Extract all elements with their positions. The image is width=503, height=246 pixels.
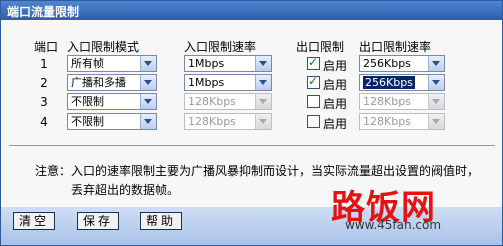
chevron-down-icon <box>140 56 156 71</box>
chevron-down-icon <box>255 56 271 71</box>
out-limit-checkbox-3[interactable] <box>307 95 320 108</box>
watermark-logo: 路饭网 www.45fan.com <box>331 182 499 234</box>
port-number-2: 2 <box>40 76 48 90</box>
chevron-down-icon <box>140 114 156 129</box>
in-mode-select-2[interactable]: 广播和多播 <box>67 74 157 91</box>
note-text-line2: 丢弃超出的数据帧。 <box>71 183 180 197</box>
in-mode-select-3[interactable]: 不限制 <box>67 93 157 110</box>
port-traffic-limit-panel: 端口流量限制 端口 入口限制模式 入口限制速率 出口限制 出口限制速率 1 所有… <box>0 0 503 246</box>
chevron-down-icon <box>140 75 156 90</box>
out-limit-label-2: 启用 <box>323 78 348 92</box>
out-limit-checkbox-1[interactable] <box>307 55 320 70</box>
in-mode-select-4[interactable]: 不限制 <box>67 113 157 130</box>
panel-title: 端口流量限制 <box>7 5 80 19</box>
header-out-limit: 出口限制 <box>296 40 345 54</box>
port-number-4: 4 <box>40 115 48 129</box>
chevron-down-icon <box>255 75 271 90</box>
section-divider <box>9 145 495 146</box>
in-mode-select-1[interactable]: 所有帧 <box>67 55 157 72</box>
out-limit-checkbox-2[interactable] <box>307 74 320 89</box>
in-rate-select-3: 128Kbps <box>184 93 272 110</box>
out-limit-label-3: 启用 <box>323 97 348 111</box>
panel-title-bar: 端口流量限制 <box>1 1 502 20</box>
chevron-down-icon <box>255 114 271 129</box>
help-button[interactable]: 帮助 <box>140 212 182 230</box>
header-in-rate: 入口限制速率 <box>184 40 257 54</box>
in-rate-select-4: 128Kbps <box>184 113 272 130</box>
chevron-down-icon <box>140 94 156 109</box>
chevron-down-icon <box>428 56 444 71</box>
out-rate-select-2[interactable]: 256Kbps <box>359 74 445 91</box>
in-rate-select-2[interactable]: 1Mbps <box>184 74 272 91</box>
out-rate-select-3: 128Kbps <box>359 93 445 110</box>
note-text-line1: 注意：入口的速率限制主要为广播风暴抑制而设计，当实际流量超出设置的阀值时， <box>35 164 480 178</box>
out-limit-label-1: 启用 <box>323 59 348 73</box>
chevron-down-icon <box>428 94 444 109</box>
in-rate-select-1[interactable]: 1Mbps <box>184 55 272 72</box>
out-limit-label-4: 启用 <box>323 117 348 131</box>
header-port: 端口 <box>34 40 59 54</box>
chevron-down-icon <box>428 114 444 129</box>
header-in-mode: 入口限制模式 <box>67 40 140 54</box>
out-rate-select-1[interactable]: 256Kbps <box>359 55 445 72</box>
out-rate-select-4: 128Kbps <box>359 113 445 130</box>
header-out-rate: 出口限制速率 <box>359 40 432 54</box>
save-button[interactable]: 保存 <box>77 212 119 230</box>
port-number-1: 1 <box>40 57 48 71</box>
port-number-3: 3 <box>40 95 48 109</box>
out-limit-checkbox-4[interactable] <box>307 115 320 128</box>
chevron-down-icon <box>255 94 271 109</box>
clear-button[interactable]: 清空 <box>13 212 55 230</box>
chevron-down-icon <box>428 75 444 90</box>
watermark-url: www.45fan.com <box>345 218 442 232</box>
